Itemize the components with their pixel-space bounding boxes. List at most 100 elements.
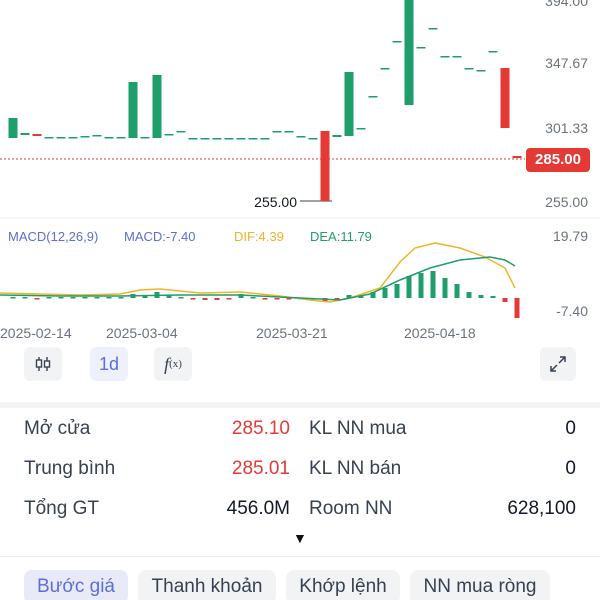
macd-bar bbox=[94, 297, 100, 299]
macd-bar bbox=[514, 298, 520, 318]
macd-bar bbox=[382, 288, 388, 298]
macd-bar bbox=[418, 273, 424, 298]
macd-legend-title: MACD(12,26,9) bbox=[8, 229, 98, 244]
macd-bar bbox=[118, 297, 124, 299]
total-value: 456.0M bbox=[226, 498, 290, 519]
function-icon[interactable]: f (x) bbox=[154, 347, 192, 381]
macd-bar bbox=[454, 284, 460, 298]
candle bbox=[512, 156, 522, 158]
avg-label: Trung bình bbox=[24, 458, 116, 479]
macd-legend-macd: MACD:-7.40 bbox=[124, 229, 196, 244]
macd-bar bbox=[34, 298, 40, 300]
candle bbox=[200, 138, 210, 140]
candle bbox=[416, 47, 426, 49]
total-value-label: Tổng GT bbox=[24, 498, 99, 519]
candle bbox=[92, 135, 102, 137]
candle bbox=[404, 0, 414, 105]
macd-bar bbox=[394, 284, 400, 298]
candle bbox=[188, 138, 198, 140]
candle bbox=[248, 138, 258, 140]
price-axis-label-3: 255.00 bbox=[545, 194, 588, 210]
low-price-marker: 255.00 bbox=[254, 194, 297, 210]
tab-price-step[interactable]: Bước giá bbox=[24, 570, 128, 600]
candle bbox=[428, 28, 438, 30]
avg-value: 285.01 bbox=[231, 458, 290, 479]
macd-bar bbox=[46, 297, 52, 299]
candle bbox=[332, 135, 342, 137]
candle bbox=[116, 137, 126, 139]
tab-matched-orders[interactable]: Khớp lệnh bbox=[286, 570, 400, 600]
tab-foreign-net-buy[interactable]: NN mua ròng bbox=[410, 570, 550, 600]
macd-bar bbox=[466, 292, 472, 298]
candlestick-icon bbox=[35, 357, 51, 371]
candle bbox=[128, 82, 138, 138]
candle bbox=[368, 96, 378, 98]
macd-bar bbox=[106, 297, 112, 299]
chart-toolbar: 1d f (x) bbox=[0, 345, 600, 387]
stats-panel: Mở cửa 285.10 KL NN mua 0 Trung bình 285… bbox=[0, 410, 600, 530]
foreign-room-value: 628,100 bbox=[507, 498, 576, 519]
candle bbox=[224, 138, 234, 140]
section-divider-2 bbox=[0, 556, 600, 557]
macd-bar bbox=[70, 297, 76, 299]
current-price-badge: 285.00 bbox=[526, 148, 590, 172]
candle bbox=[20, 133, 30, 135]
fullscreen-icon bbox=[550, 356, 566, 372]
macd-bar bbox=[214, 298, 220, 300]
macd-bar bbox=[442, 278, 448, 298]
foreign-buy-label: KL NN mua bbox=[309, 418, 407, 439]
expand-stats-icon[interactable]: ▼ bbox=[293, 530, 307, 546]
tab-liquidity[interactable]: Thanh khoản bbox=[138, 570, 276, 600]
foreign-sell-value: 0 bbox=[565, 458, 576, 479]
chart-area[interactable]: 394.00 347.67 301.33 255.00 255.00 MACD(… bbox=[0, 0, 600, 345]
candle bbox=[392, 41, 402, 43]
fullscreen-button[interactable] bbox=[540, 347, 576, 381]
candle bbox=[164, 134, 174, 136]
open-label: Mở cửa bbox=[24, 418, 91, 439]
macd-legend-dif: DIF:4.39 bbox=[234, 229, 284, 244]
candle bbox=[380, 68, 390, 70]
candle bbox=[68, 137, 78, 139]
candle bbox=[8, 118, 18, 138]
chart-svg[interactable]: 394.00 347.67 301.33 255.00 255.00 MACD(… bbox=[0, 0, 600, 345]
stat-row-2: Trung bình 285.01 KL NN bán 0 bbox=[0, 458, 600, 498]
macd-bar bbox=[430, 271, 436, 298]
candles-group bbox=[8, 0, 522, 201]
candle bbox=[296, 136, 306, 138]
macd-axis-bottom: -7.40 bbox=[556, 303, 588, 319]
price-axis-top: 394.00 bbox=[545, 0, 588, 9]
candle bbox=[440, 56, 450, 58]
foreign-buy-value: 0 bbox=[565, 418, 576, 439]
date-label-4: 2025-04-18 bbox=[404, 325, 476, 341]
macd-bar bbox=[202, 298, 208, 300]
macd-bar bbox=[58, 297, 64, 299]
candle bbox=[176, 131, 186, 133]
open-value: 285.10 bbox=[231, 418, 290, 439]
macd-bar bbox=[262, 298, 268, 300]
candle bbox=[452, 56, 462, 58]
macd-bar bbox=[22, 297, 28, 299]
candle bbox=[464, 68, 474, 70]
candle bbox=[308, 138, 318, 140]
candle bbox=[236, 138, 246, 140]
candle bbox=[212, 138, 222, 140]
candle bbox=[320, 131, 330, 201]
section-divider bbox=[0, 402, 600, 408]
macd-bar bbox=[274, 298, 280, 300]
foreign-room-label: Room NN bbox=[309, 498, 393, 519]
macd-bar bbox=[478, 295, 484, 298]
macd-bar bbox=[502, 298, 508, 302]
candle-style-button[interactable] bbox=[24, 347, 62, 381]
foreign-sell-label: KL NN bán bbox=[309, 458, 402, 479]
candle bbox=[500, 68, 510, 128]
candle bbox=[488, 51, 498, 53]
macd-bar bbox=[250, 297, 256, 299]
price-axis-label-1: 347.67 bbox=[545, 55, 588, 71]
candle bbox=[356, 128, 366, 130]
price-axis-label-2: 301.33 bbox=[545, 120, 588, 136]
dif-line bbox=[0, 242, 516, 303]
interval-button[interactable]: 1d bbox=[90, 347, 128, 381]
candle bbox=[32, 134, 42, 136]
date-label-2: 2025-03-04 bbox=[106, 325, 178, 341]
macd-bar bbox=[82, 297, 88, 299]
